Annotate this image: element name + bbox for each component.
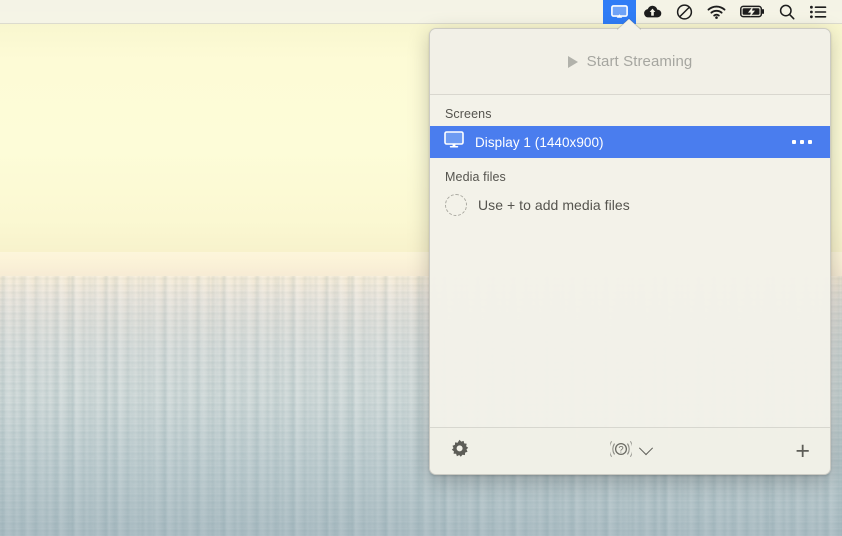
battery-charging-icon [740, 5, 765, 18]
panel-body: Screens Display 1 (1440x900) Media files [430, 95, 830, 427]
screens-section-label: Screens [445, 107, 492, 121]
screen-root: Start Streaming Screens Display 1 (1440x… [0, 0, 842, 536]
play-icon [567, 55, 578, 68]
screen-item-label: Display 1 (1440x900) [475, 134, 604, 150]
gear-icon [450, 439, 469, 463]
screen-streaming-panel: Start Streaming Screens Display 1 (1440x… [429, 28, 831, 475]
more-dot [792, 140, 796, 144]
monitor-icon [444, 131, 464, 153]
screen-list-item-display-1[interactable]: Display 1 (1440x900) [430, 126, 830, 158]
control-center-icon [809, 5, 827, 19]
menubar-item-do-not-disturb[interactable] [669, 0, 700, 24]
cloud-upload-icon [643, 5, 662, 19]
help-broadcast-icon[interactable]: ? [608, 438, 633, 465]
add-media-button[interactable]: + [795, 436, 810, 465]
menubar-item-search[interactable] [772, 0, 802, 24]
svg-text:?: ? [618, 444, 623, 455]
search-icon [779, 4, 795, 20]
menubar-item-control-center[interactable] [802, 0, 834, 24]
wifi-icon [707, 5, 726, 19]
start-streaming-button[interactable]: Start Streaming [567, 53, 693, 70]
panel-footer: ? + [430, 427, 830, 474]
panel-header: Start Streaming [430, 29, 830, 95]
plus-icon: + [795, 436, 810, 465]
menu-bar [0, 0, 842, 24]
screen-item-more-button[interactable] [792, 140, 816, 144]
footer-center-group: ? [430, 438, 830, 465]
media-empty-row[interactable]: Use + to add media files [430, 189, 830, 221]
settings-button[interactable] [450, 439, 469, 463]
media-placeholder-icon [445, 194, 467, 216]
more-dot [800, 140, 804, 144]
media-section-label: Media files [445, 170, 506, 184]
menubar-item-battery[interactable] [733, 0, 772, 24]
start-streaming-label: Start Streaming [586, 53, 693, 70]
media-empty-label: Use + to add media files [478, 197, 630, 213]
more-dot [808, 140, 812, 144]
do-not-disturb-icon [676, 3, 693, 20]
menubar-item-wifi[interactable] [700, 0, 733, 24]
chevron-down-icon[interactable] [638, 441, 653, 456]
airplay-display-icon [611, 4, 628, 19]
